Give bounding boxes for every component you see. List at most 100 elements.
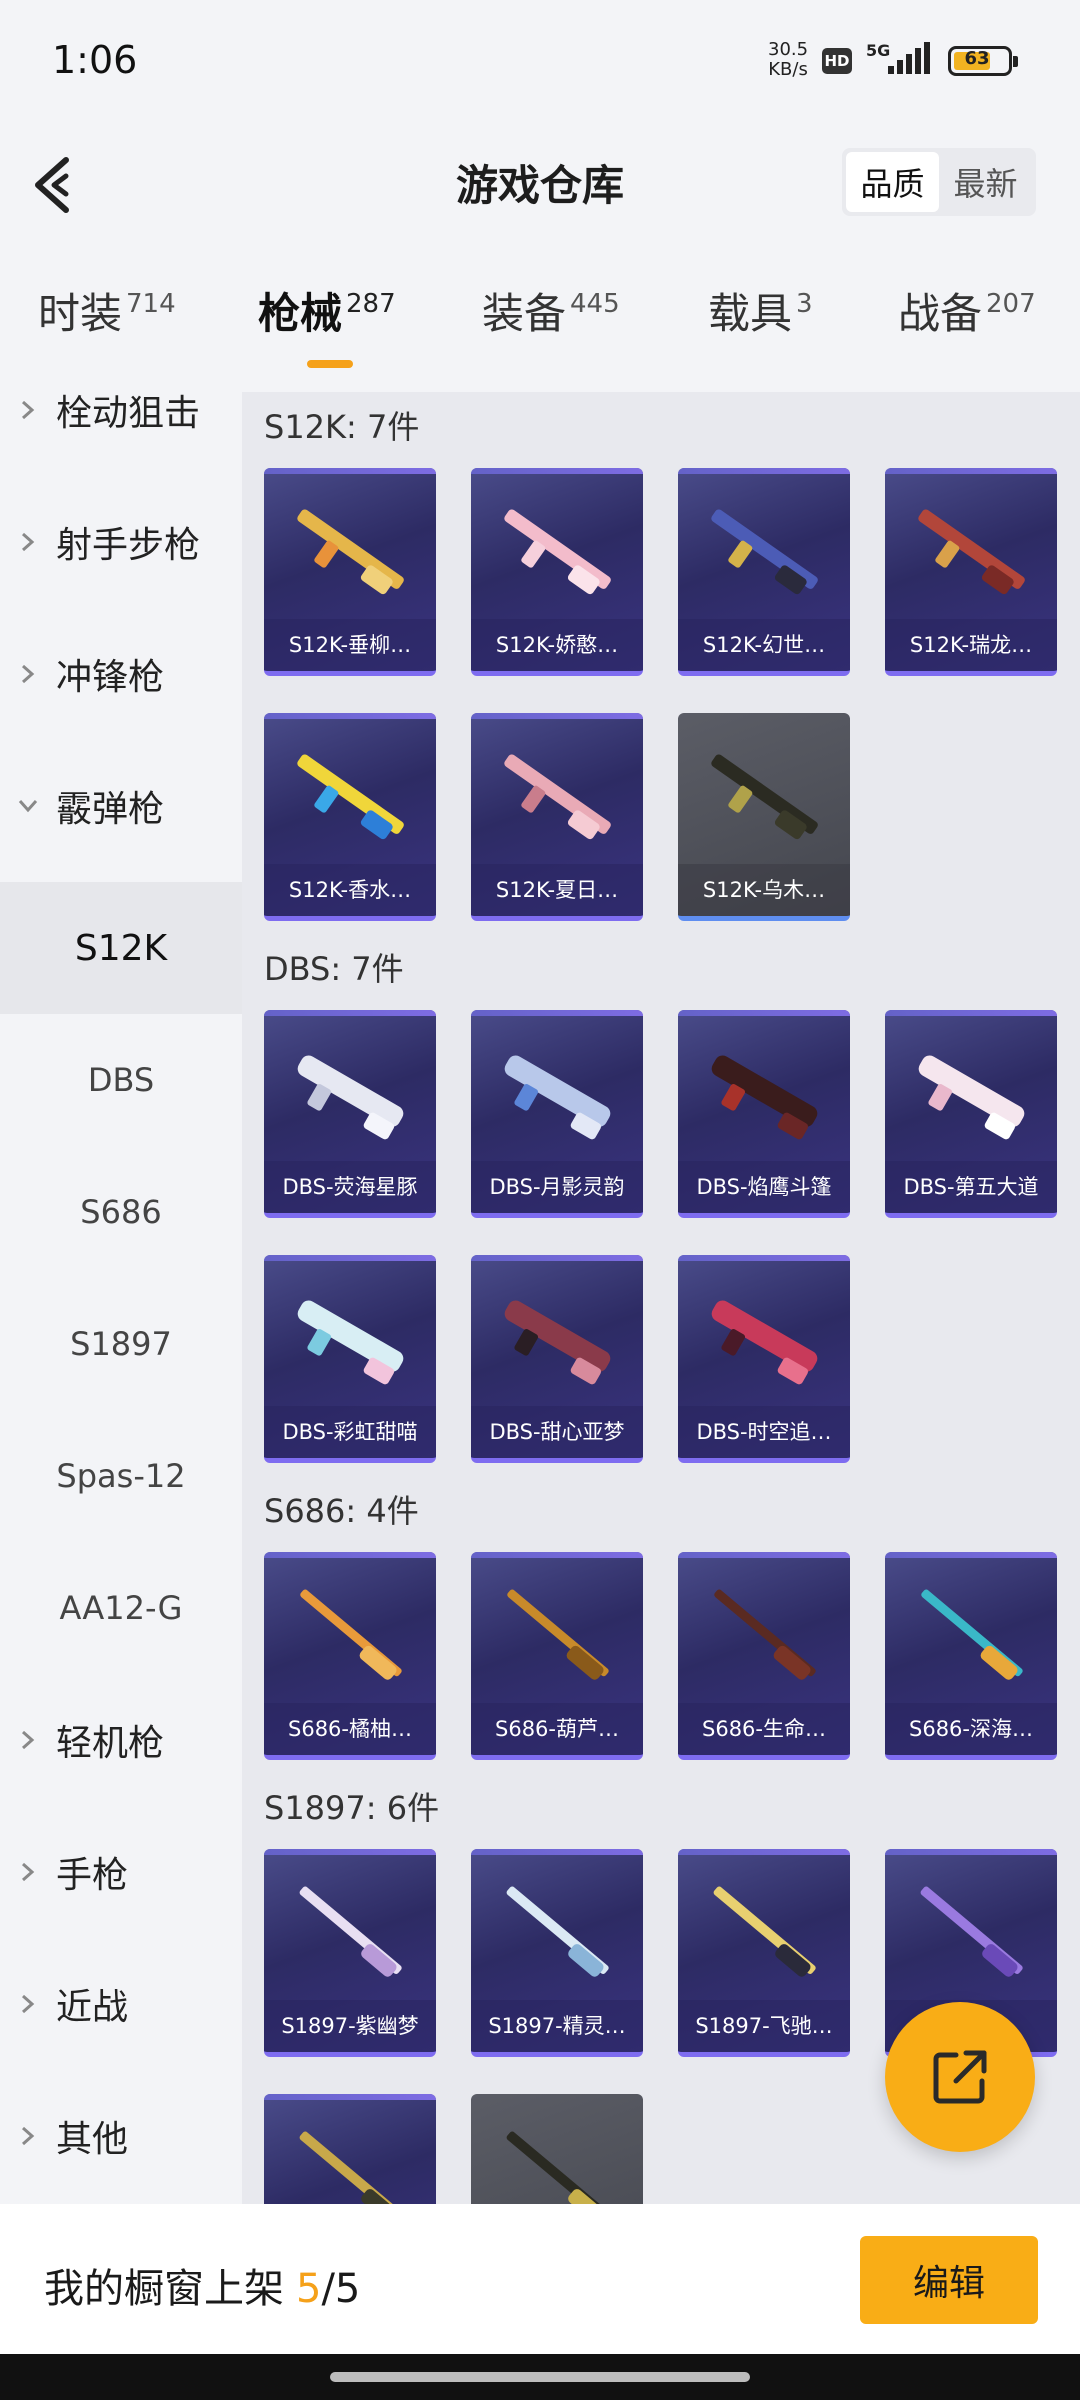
skin-name: DBS-月影灵韵 (471, 1161, 643, 1213)
shotgun-skin-icon (504, 754, 611, 840)
chevron-right-icon (0, 398, 56, 422)
group-title-s1897: S1897: 6件 (264, 1789, 440, 1827)
home-indicator[interactable] (330, 2372, 750, 2382)
share-button[interactable] (885, 2002, 1035, 2152)
skin-name: S686-深海… (885, 1703, 1057, 1755)
skin-card[interactable] (264, 2094, 436, 2204)
shotgun-skin-icon (920, 1886, 1023, 1977)
skin-card[interactable]: S12K-乌木… (678, 713, 850, 921)
tab-equipment[interactable]: 装备 445 (482, 280, 620, 341)
skin-card[interactable]: S1897-精灵… (471, 1849, 643, 2057)
skin-card[interactable]: DBS-荧海星豚 (264, 1010, 436, 1218)
status-time: 1:06 (52, 38, 138, 82)
sidebar-item-marksman-rifle[interactable]: 射手步枪 (0, 476, 242, 608)
sidebar-item-aa12g[interactable]: AA12-G (0, 1542, 242, 1674)
sidebar-item-dbs[interactable]: DBS (0, 1014, 242, 1146)
skin-card[interactable]: S686-葫芦… (471, 1552, 643, 1760)
skin-name: DBS-时空追… (678, 1406, 850, 1458)
sidebar-item-label: 近战 (56, 1987, 129, 2028)
sort-quality-option[interactable]: 品质 (846, 152, 939, 212)
sidebar-item-melee[interactable]: 近战 (0, 1938, 242, 2070)
tab-label: 载具 (708, 289, 793, 338)
sidebar-item-bolt-sniper[interactable]: 栓动狙击 (0, 344, 242, 476)
skin-card[interactable]: S12K-香水… (264, 713, 436, 921)
shotgun-skin-icon (299, 2131, 402, 2204)
chevron-right-icon (0, 1728, 56, 1752)
skin-card[interactable]: DBS-焰鹰斗篷 (678, 1010, 850, 1218)
tab-count: 714 (126, 289, 176, 319)
skin-card[interactable]: S12K-垂柳… (264, 468, 436, 676)
hd-badge: HD (822, 48, 852, 74)
skin-name: S686-生命… (678, 1703, 850, 1755)
sidebar-item-label: 栓动狙击 (56, 393, 201, 434)
tab-supplies[interactable]: 战备 207 (898, 280, 1036, 341)
sidebar-item-spas12[interactable]: Spas-12 (0, 1410, 242, 1542)
shotgun-skin-icon (711, 1300, 818, 1385)
skin-name: S1897-精灵… (471, 2000, 643, 2052)
edit-button[interactable]: 编辑 (860, 2236, 1038, 2324)
shotgun-skin-icon (711, 509, 818, 595)
tab-label: 装备 (482, 289, 567, 338)
group-title-s686: S686: 4件 (264, 1492, 419, 1530)
sidebar-item-label: 其他 (56, 2119, 129, 2160)
network-speed: 30.5 KB/s (768, 40, 808, 80)
tab-label: 时装 (38, 289, 123, 338)
chevron-right-icon (0, 1992, 56, 2016)
skin-card[interactable]: S686-橘柚… (264, 1552, 436, 1760)
sidebar-item-pistol[interactable]: 手枪 (0, 1806, 242, 1938)
shotgun-skin-icon (300, 1589, 402, 1680)
skin-name: S12K-垂柳… (264, 619, 436, 671)
sidebar-item-shotgun[interactable]: 霰弹枪 (0, 740, 242, 872)
chevron-right-icon (0, 2124, 56, 2148)
signal-icon: 5G (866, 40, 936, 84)
skin-name: S12K-娇憨… (471, 619, 643, 671)
skin-name: S686-葫芦… (471, 1703, 643, 1755)
sort-latest-option[interactable]: 最新 (939, 152, 1032, 212)
skin-card[interactable]: S1897-紫幽梦 (264, 1849, 436, 2057)
tab-vehicles[interactable]: 载具 3 (708, 280, 813, 341)
chevron-down-icon (0, 797, 56, 815)
skin-card[interactable]: DBS-彩虹甜喵 (264, 1255, 436, 1463)
showcase-label: 我的橱窗上架 (44, 2266, 284, 2312)
shotgun-skin-icon (297, 1300, 404, 1385)
skin-card[interactable]: DBS-甜心亚梦 (471, 1255, 643, 1463)
status-bar: 1:06 30.5 KB/s HD 5G 63 (0, 0, 1080, 120)
skin-card[interactable]: S12K-夏日… (471, 713, 643, 921)
skin-name: S1897-飞驰… (678, 2000, 850, 2052)
shotgun-skin-icon (506, 1886, 609, 1977)
skin-card[interactable]: DBS-第五大道 (885, 1010, 1057, 1218)
skin-card[interactable] (471, 2094, 643, 2204)
tab-firearms[interactable]: 枪械 287 (258, 280, 396, 341)
sidebar-item-smg[interactable]: 冲锋枪 (0, 608, 242, 740)
skin-name: S12K-夏日… (471, 864, 643, 916)
skin-card[interactable]: S12K-瑞龙… (885, 468, 1057, 676)
skin-card[interactable]: DBS-时空追… (678, 1255, 850, 1463)
skin-card[interactable]: S686-深海… (885, 1552, 1057, 1760)
shotgun-skin-icon (713, 1886, 816, 1977)
weapon-skin-grid: S12K: 7件 S12K-垂柳… S12K-娇憨… S12K-幻世… S12K… (242, 392, 1080, 2204)
chevron-right-icon (0, 530, 56, 554)
sidebar-item-label: 手枪 (56, 1855, 129, 1896)
skin-card[interactable]: S12K-幻世… (678, 468, 850, 676)
sidebar-item-s12k[interactable]: S12K (0, 882, 242, 1014)
sidebar-item-s686[interactable]: S686 (0, 1146, 242, 1278)
shotgun-skin-icon (507, 1589, 609, 1680)
skin-card[interactable]: S686-生命… (678, 1552, 850, 1760)
group-title-dbs: DBS: 7件 (264, 950, 404, 988)
header: 游戏仓库 品质 最新 (0, 130, 1080, 240)
skin-card[interactable]: S12K-娇憨… (471, 468, 643, 676)
sidebar-item-s1897[interactable]: S1897 (0, 1278, 242, 1410)
skin-card[interactable]: S1897-飞驰… (678, 1849, 850, 2057)
showcase-bar: 我的橱窗上架 5/5 编辑 (0, 2204, 1080, 2354)
network-speed-value: 30.5 (768, 39, 809, 60)
tab-count: 445 (570, 289, 620, 319)
tab-count: 287 (346, 289, 396, 319)
shotgun-skin-icon (504, 1300, 611, 1385)
sidebar-item-label: 霰弹枪 (56, 789, 165, 830)
shotgun-skin-icon (504, 1055, 611, 1140)
tab-costume[interactable]: 时装 714 (38, 280, 176, 341)
skin-card[interactable]: DBS-月影灵韵 (471, 1010, 643, 1218)
sidebar-item-other[interactable]: 其他 (0, 2070, 242, 2202)
sidebar-item-lmg[interactable]: 轻机枪 (0, 1674, 242, 1806)
skin-name: DBS-焰鹰斗篷 (678, 1161, 850, 1213)
